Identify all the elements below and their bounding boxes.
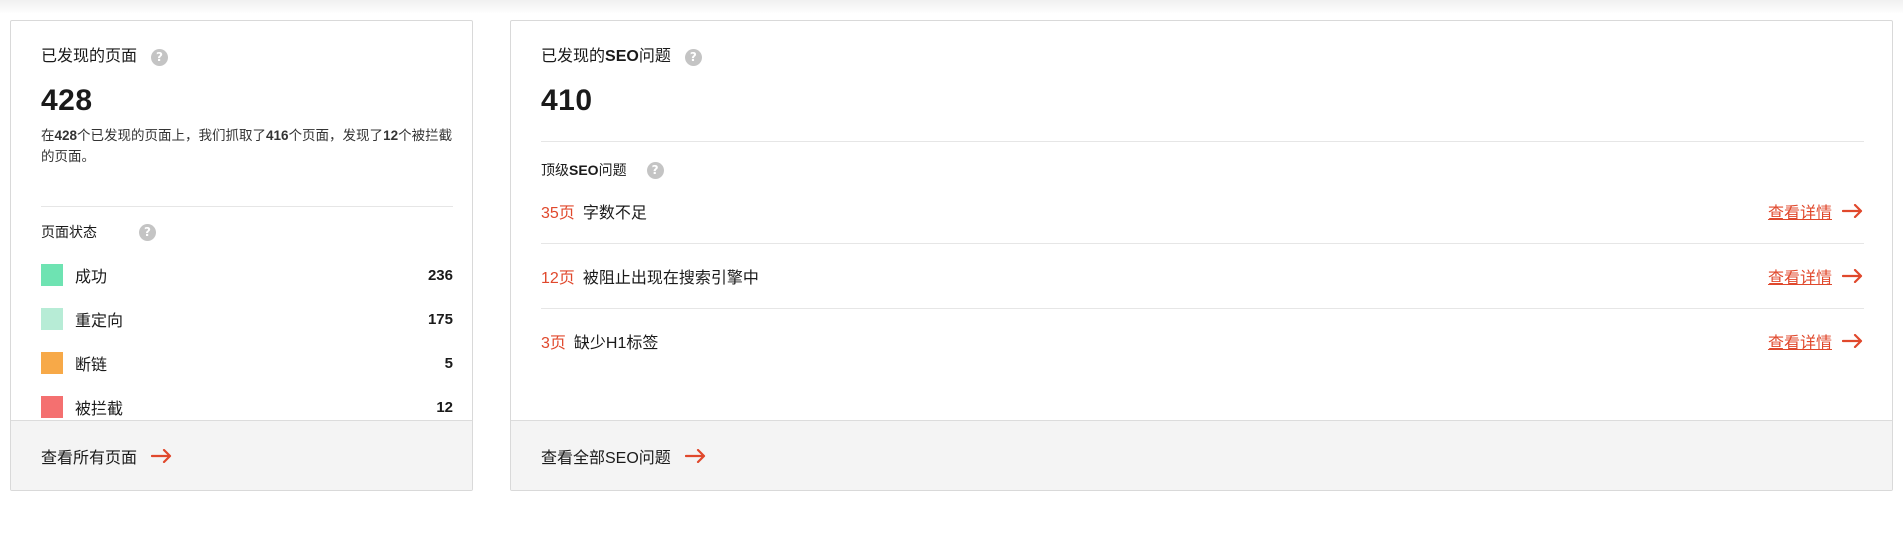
divider: [541, 308, 1864, 309]
issue-row: 3页 缺少H1标签 查看详情: [541, 326, 1864, 356]
status-row-success: 成功 236: [41, 263, 453, 287]
page-status-heading-text: 页面状态: [41, 224, 97, 240]
status-count: 175: [427, 310, 453, 328]
status-row-broken: 断链 5: [41, 351, 453, 375]
issue-row: 12页 被阻止出现在搜索引擎中 查看详情: [541, 261, 1864, 291]
title-part: 已发现的: [541, 48, 606, 65]
status-label: 重定向: [75, 313, 124, 330]
issue-text: 字数不足: [582, 205, 647, 222]
discovered-pages-card: 已发现的页面 ? 428 在428个已发现的页面上，我们抓取了416个页面，发现…: [10, 20, 473, 491]
seo-issues-card: 已发现的SEO问题 ? 410 顶级SEO问题 ? 35页 字数不足 查看详情 …: [510, 20, 1893, 491]
success-swatch: [41, 264, 63, 286]
broken-link-swatch: [41, 352, 63, 374]
discovered-pages-total: 428: [41, 84, 93, 117]
issue-text: 缺少H1标签: [573, 335, 659, 352]
status-row-redirect: 重定向 175: [41, 307, 453, 331]
status-label: 断链: [75, 357, 108, 374]
heading-part: 问题: [598, 162, 627, 178]
view-all-seo-issues-label: 查看全部SEO问题: [541, 449, 671, 467]
question-mark-icon[interactable]: ?: [684, 48, 702, 66]
top-shadow: [0, 0, 1903, 14]
divider: [41, 206, 453, 207]
desc-discovered-count: 428: [54, 128, 78, 143]
pages-description: 在428个已发现的页面上，我们抓取了416个页面，发现了12个被拦截的页面。: [41, 125, 453, 167]
issue-text: 被阻止出现在搜索引擎中: [582, 270, 759, 287]
status-count: 5: [444, 354, 453, 372]
desc-text: 个页面，发现了: [288, 128, 384, 143]
divider: [541, 243, 1864, 244]
status-label: 成功: [75, 269, 108, 286]
top-seo-issues-heading: 顶级SEO问题 ?: [541, 160, 664, 180]
arrow-right-icon: [151, 448, 172, 463]
blocked-swatch: [41, 396, 63, 418]
issue-row: 35页 字数不足 查看详情: [541, 196, 1864, 226]
card-title: 已发现的页面 ?: [41, 47, 169, 67]
title-part: 问题: [638, 48, 671, 65]
desc-text: 个已发现的页面上，我们抓取了: [77, 128, 267, 143]
view-all-pages-link[interactable]: 查看所有页面: [11, 420, 472, 490]
arrow-right-icon[interactable]: [1842, 334, 1864, 348]
page-status-heading: 页面状态 ?: [41, 222, 156, 242]
arrow-right-icon[interactable]: [1842, 269, 1864, 283]
heading-part-bold: SEO: [569, 162, 599, 178]
status-count: 12: [436, 398, 453, 416]
status-row-blocked: 被拦截 12: [41, 395, 453, 419]
redirect-swatch: [41, 308, 63, 330]
title-part-bold: SEO: [605, 48, 639, 65]
issue-count: 35页: [541, 205, 575, 222]
issue-count: 3页: [541, 335, 566, 352]
view-details-link[interactable]: 查看详情: [1768, 264, 1832, 288]
view-all-seo-issues-link[interactable]: 查看全部SEO问题: [511, 420, 1892, 490]
desc-text: 在: [41, 128, 55, 143]
view-details-link[interactable]: 查看详情: [1768, 199, 1832, 223]
card-title-text: 已发现的页面: [41, 48, 138, 65]
top-seo-issues-heading-text: 顶级SEO问题: [541, 160, 627, 180]
view-all-pages-label: 查看所有页面: [41, 449, 138, 467]
arrow-right-icon: [684, 448, 705, 463]
heading-part: 顶级: [541, 162, 569, 178]
view-details-link[interactable]: 查看详情: [1768, 329, 1832, 353]
seo-issues-total: 410: [541, 84, 593, 117]
question-mark-icon[interactable]: ?: [646, 161, 664, 179]
arrow-right-icon[interactable]: [1842, 204, 1864, 218]
issue-count: 12页: [541, 270, 575, 287]
card-title: 已发现的SEO问题 ?: [541, 47, 702, 67]
card-title-text: 已发现的SEO问题: [541, 47, 671, 67]
status-count: 236: [427, 266, 453, 284]
question-mark-icon[interactable]: ?: [151, 48, 169, 66]
divider: [541, 141, 1864, 142]
question-mark-icon[interactable]: ?: [139, 223, 156, 241]
desc-crawled-count: 416: [266, 128, 289, 143]
desc-blocked-count: 12: [383, 128, 399, 143]
status-label: 被拦截: [75, 401, 124, 418]
